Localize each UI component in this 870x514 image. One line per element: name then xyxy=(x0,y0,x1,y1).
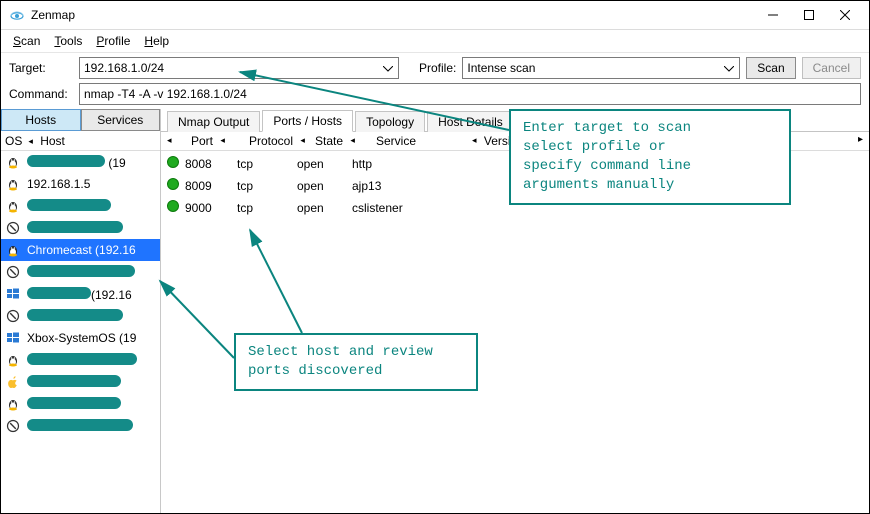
menu-scan[interactable]: Scan xyxy=(7,32,46,50)
cell-port: 9000 xyxy=(185,201,237,215)
cell-protocol: tcp xyxy=(237,157,297,171)
host-label xyxy=(27,353,137,368)
annotation-host: Select host and review ports discovered xyxy=(234,333,478,391)
host-label: Chromecast (192.16 xyxy=(27,243,136,257)
windows-icon xyxy=(5,330,21,346)
host-row[interactable] xyxy=(1,305,160,327)
linux-icon xyxy=(5,396,21,412)
cancel-button: Cancel xyxy=(802,57,861,79)
host-label xyxy=(27,265,135,280)
command-row: Command: xyxy=(1,83,869,109)
chevron-down-icon[interactable] xyxy=(721,60,737,78)
linux-icon xyxy=(5,352,21,368)
menu-profile[interactable]: Profile xyxy=(90,32,136,50)
target-combo[interactable] xyxy=(79,57,399,79)
tab-host-details[interactable]: Host Details xyxy=(427,111,514,132)
target-input[interactable] xyxy=(80,58,398,78)
cell-state: open xyxy=(297,201,352,215)
linux-icon xyxy=(5,176,21,192)
host-label xyxy=(27,221,123,236)
apple-icon xyxy=(5,374,21,390)
chevron-down-icon[interactable] xyxy=(380,60,396,78)
host-row[interactable] xyxy=(1,195,160,217)
status-dot xyxy=(167,178,185,193)
cell-state: open xyxy=(297,179,352,193)
annotation-target: Enter target to scan select profile or s… xyxy=(509,109,791,205)
menubar: Scan Tools Profile Help xyxy=(1,30,869,53)
unknown-icon xyxy=(5,264,21,280)
unknown-icon xyxy=(5,308,21,324)
profile-combo[interactable] xyxy=(462,57,740,79)
col-state[interactable]: State ◂ xyxy=(315,134,376,148)
tab-topology[interactable]: Topology xyxy=(355,111,425,132)
col-port[interactable]: Port ◂ xyxy=(191,134,249,148)
os-column[interactable]: OS xyxy=(5,134,22,148)
cell-state: open xyxy=(297,157,352,171)
tab-ports-hosts[interactable]: Ports / Hosts xyxy=(262,110,353,132)
hosts-tab[interactable]: Hosts xyxy=(1,109,81,131)
host-label xyxy=(27,309,123,324)
menu-tools[interactable]: Tools xyxy=(48,32,88,50)
col-protocol[interactable]: Protocol ◂ xyxy=(249,134,315,148)
host-label: 192.168.1.5 xyxy=(27,177,90,191)
host-list[interactable]: (19 192.168.1.5 Chromecast (192.16 (192.16 X… xyxy=(1,151,160,513)
host-row[interactable]: (19 xyxy=(1,151,160,173)
window-title: Zenmap xyxy=(31,8,75,22)
host-row[interactable]: (192.16 xyxy=(1,283,160,305)
host-label: (192.16 xyxy=(27,287,132,302)
scroll-right-icon[interactable]: ▸ xyxy=(858,134,863,145)
maximize-button[interactable] xyxy=(791,1,827,29)
host-label xyxy=(27,199,111,214)
close-button[interactable] xyxy=(827,1,863,29)
titlebar: Zenmap xyxy=(1,1,869,30)
linux-icon xyxy=(5,154,21,170)
host-label: (19 xyxy=(27,155,126,170)
cell-service: http xyxy=(352,157,442,171)
host-row[interactable] xyxy=(1,415,160,437)
col-service[interactable]: Service xyxy=(376,134,472,148)
target-row: Target: Profile: Scan Cancel xyxy=(1,53,869,83)
host-row[interactable]: Chromecast (192.16 xyxy=(1,239,160,261)
target-label: Target: xyxy=(9,61,73,75)
host-label xyxy=(27,375,121,390)
services-tab[interactable]: Services xyxy=(81,109,161,131)
cell-service: ajp13 xyxy=(352,179,442,193)
profile-input[interactable] xyxy=(463,58,739,78)
cell-port: 8008 xyxy=(185,157,237,171)
profile-label: Profile: xyxy=(419,61,456,75)
status-dot xyxy=(167,156,185,171)
host-row[interactable] xyxy=(1,261,160,283)
tab-nmap-output[interactable]: Nmap Output xyxy=(167,111,260,132)
command-label: Command: xyxy=(9,87,73,101)
host-row[interactable] xyxy=(1,371,160,393)
left-pane: Hosts Services OS ◂ Host (19 192.168.1.5 C… xyxy=(1,109,161,513)
command-input[interactable] xyxy=(79,83,861,105)
unknown-icon xyxy=(5,418,21,434)
host-label: Xbox-SystemOS (19 xyxy=(27,331,136,345)
unknown-icon xyxy=(5,220,21,236)
cell-port: 8009 xyxy=(185,179,237,193)
menu-help[interactable]: Help xyxy=(138,32,175,50)
status-dot xyxy=(167,200,185,215)
scan-button[interactable]: Scan xyxy=(746,57,795,79)
minimize-button[interactable] xyxy=(755,1,791,29)
windows-icon xyxy=(5,286,21,302)
host-label xyxy=(27,397,121,412)
host-row[interactable] xyxy=(1,393,160,415)
host-header: OS ◂ Host xyxy=(1,131,160,151)
host-row[interactable] xyxy=(1,349,160,371)
cell-service: cslistener xyxy=(352,201,442,215)
cell-protocol: tcp xyxy=(237,179,297,193)
host-row[interactable] xyxy=(1,217,160,239)
ports-table: 8008tcpopenhttp8009tcpopenajp139000tcpop… xyxy=(161,151,869,513)
linux-icon xyxy=(5,242,21,258)
app-icon xyxy=(9,7,25,23)
host-label xyxy=(27,419,133,434)
cell-protocol: tcp xyxy=(237,201,297,215)
linux-icon xyxy=(5,198,21,214)
host-row[interactable]: Xbox-SystemOS (19 xyxy=(1,327,160,349)
host-column[interactable]: ◂ Host xyxy=(28,134,65,148)
host-row[interactable]: 192.168.1.5 xyxy=(1,173,160,195)
